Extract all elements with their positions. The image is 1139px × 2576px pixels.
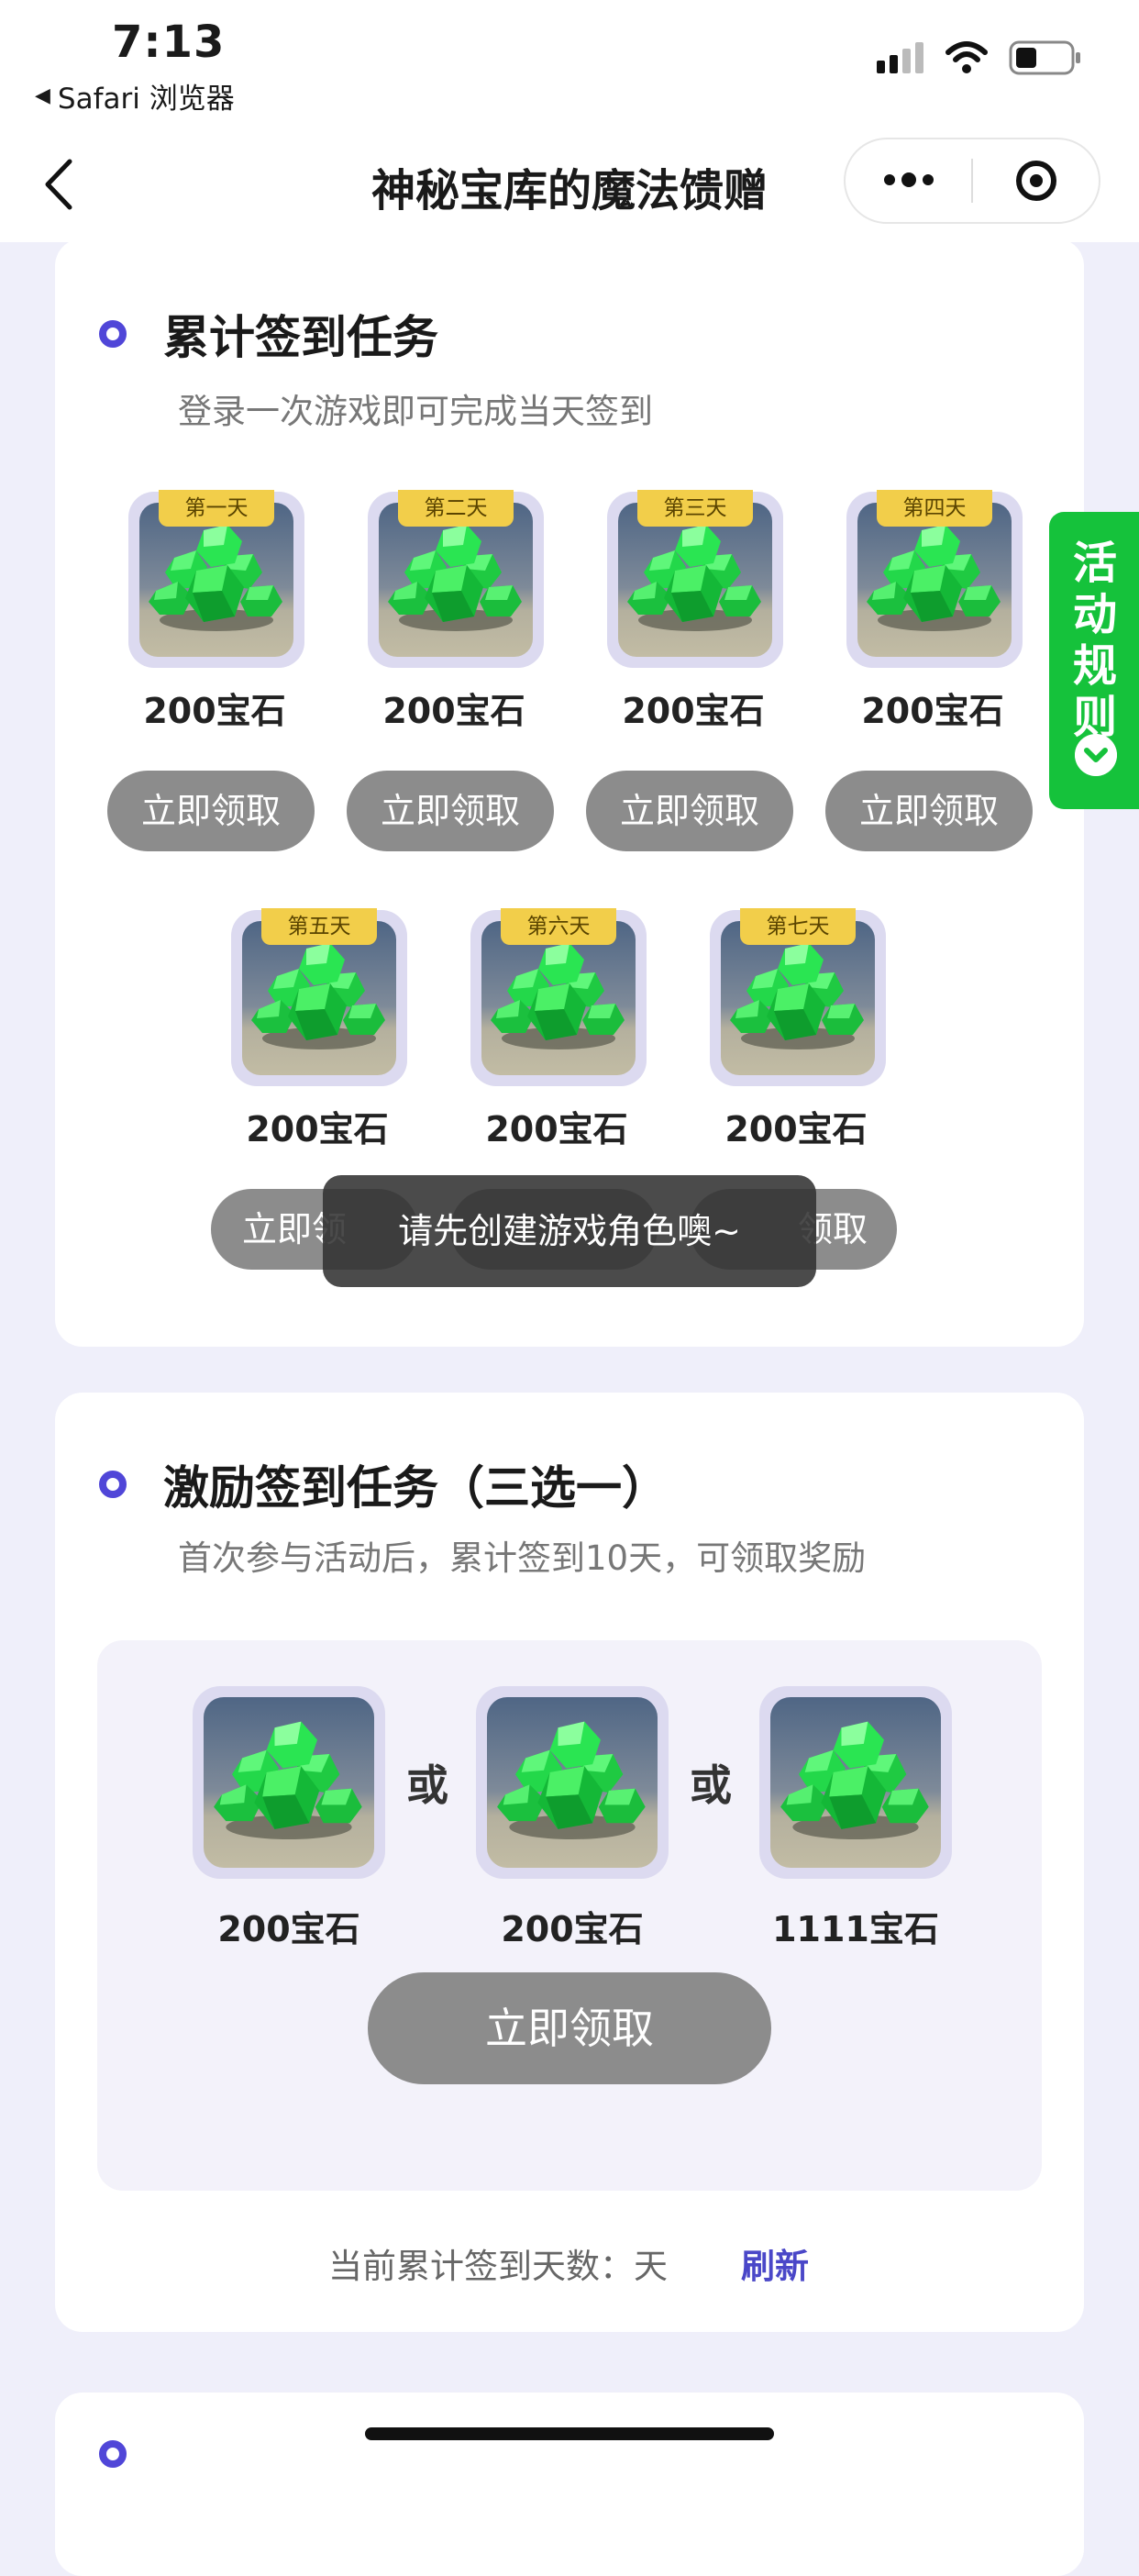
claim-button-day4[interactable]: 立即领取 xyxy=(825,771,1033,851)
toast-message: 请先创建游戏角色噢~ xyxy=(323,1175,816,1287)
claim-button-day1[interactable]: 立即领取 xyxy=(107,771,315,851)
ring-bullet-icon xyxy=(99,1471,127,1498)
or-label: 或 xyxy=(690,1760,732,1810)
reward-amount: 200宝石 xyxy=(246,1109,389,1149)
claim-button-day2[interactable]: 立即领取 xyxy=(347,771,554,851)
back-app-label: Safari 浏览器 xyxy=(57,83,235,116)
reward-option-2[interactable]: 200宝石 xyxy=(476,1686,669,1961)
day-reward-3: 第三天 200宝石 xyxy=(602,490,785,739)
reward-options-panel: 200宝石 或 200宝石 或 1111宝石 立即领取 xyxy=(97,1640,1042,2191)
section-subtitle: 登录一次游戏即可完成当天签到 xyxy=(178,392,653,431)
ring-bullet-icon xyxy=(99,2440,127,2468)
reward-amount: 200宝石 xyxy=(724,1109,868,1149)
chevron-down-circle-icon xyxy=(1075,734,1117,776)
activity-rules-tab[interactable]: 活动规则 xyxy=(1049,512,1139,809)
day-reward-1: 第一天 200宝石 xyxy=(123,490,306,739)
section-header: 累计签到任务 xyxy=(99,301,438,367)
reward-amount: 1111宝石 xyxy=(772,1909,939,1949)
day-reward-2: 第二天 200宝石 xyxy=(362,490,546,739)
home-indicator[interactable] xyxy=(365,2427,774,2440)
target-icon xyxy=(1015,161,1056,201)
rules-label: 活动规则 xyxy=(1072,538,1117,743)
miniprogram-capsule xyxy=(844,138,1100,224)
reward-amount: 200宝石 xyxy=(143,691,286,731)
day-reward-5: 第五天 200宝石 xyxy=(226,908,409,1158)
day-tag: 第三天 xyxy=(637,490,753,527)
status-bar: 7:13 ◀ Safari 浏览器 xyxy=(0,0,1139,128)
day-reward-6: 第六天 200宝石 xyxy=(465,908,648,1158)
cellular-signal-icon xyxy=(877,42,923,73)
reward-amount: 200宝石 xyxy=(485,1109,628,1149)
wifi-icon xyxy=(945,41,988,73)
status-icons xyxy=(877,40,1082,75)
back-triangle-icon: ◀ xyxy=(35,84,50,107)
or-label: 或 xyxy=(406,1760,448,1810)
battery-icon xyxy=(1009,40,1080,75)
incentive-claim-button[interactable]: 立即领取 xyxy=(368,1972,771,2084)
day-tag: 第七天 xyxy=(740,908,856,945)
back-to-safari-link[interactable]: ◀ Safari 浏览器 xyxy=(35,75,235,117)
reward-option-3[interactable]: 1111宝石 xyxy=(759,1686,952,1961)
day-tag: 第四天 xyxy=(877,490,992,527)
incentive-signin-card: 激励签到任务（三选一） 首次参与活动后，累计签到10天，可领取奖励 200宝石 … xyxy=(55,1393,1084,2332)
ring-bullet-icon xyxy=(99,320,127,348)
day-tag: 第一天 xyxy=(159,490,274,527)
gem-icon xyxy=(214,1721,362,1839)
more-dots-icon xyxy=(883,172,934,187)
more-button[interactable] xyxy=(846,139,971,222)
signin-count-label: 当前累计签到天数：天 xyxy=(328,2247,668,2286)
section-header xyxy=(99,2440,127,2468)
section-header: 激励签到任务（三选一） xyxy=(99,1451,668,1517)
reward-amount: 200宝石 xyxy=(861,691,1004,731)
reward-amount: 200宝石 xyxy=(501,1909,644,1949)
reward-amount: 200宝石 xyxy=(622,691,765,731)
gem-frame xyxy=(193,1686,385,1879)
day-tag: 第五天 xyxy=(261,908,377,945)
nav-bar: 神秘宝库的魔法馈赠 xyxy=(0,128,1139,242)
refresh-link[interactable]: 刷新 xyxy=(741,2238,809,2288)
gem-icon xyxy=(780,1721,929,1839)
section-subtitle: 首次参与活动后，累计签到10天，可领取奖励 xyxy=(178,1538,867,1578)
gem-icon xyxy=(497,1721,646,1839)
section-title: 激励签到任务（三选一） xyxy=(163,1461,668,1515)
claim-button-day3[interactable]: 立即领取 xyxy=(586,771,793,851)
next-section-card xyxy=(55,2393,1084,2576)
close-miniprogram-button[interactable] xyxy=(973,139,1099,222)
day-tag: 第二天 xyxy=(398,490,514,527)
day-reward-4: 第四天 200宝石 xyxy=(841,490,1024,739)
day-tag: 第六天 xyxy=(501,908,616,945)
section-title: 累计签到任务 xyxy=(163,311,438,364)
reward-option-1[interactable]: 200宝石 xyxy=(193,1686,385,1961)
gem-frame xyxy=(759,1686,952,1879)
status-time: 7:13 xyxy=(112,17,226,68)
day-reward-7: 第七天 200宝石 xyxy=(704,908,888,1158)
gem-frame xyxy=(476,1686,669,1879)
reward-amount: 200宝石 xyxy=(217,1909,360,1949)
reward-amount: 200宝石 xyxy=(382,691,525,731)
